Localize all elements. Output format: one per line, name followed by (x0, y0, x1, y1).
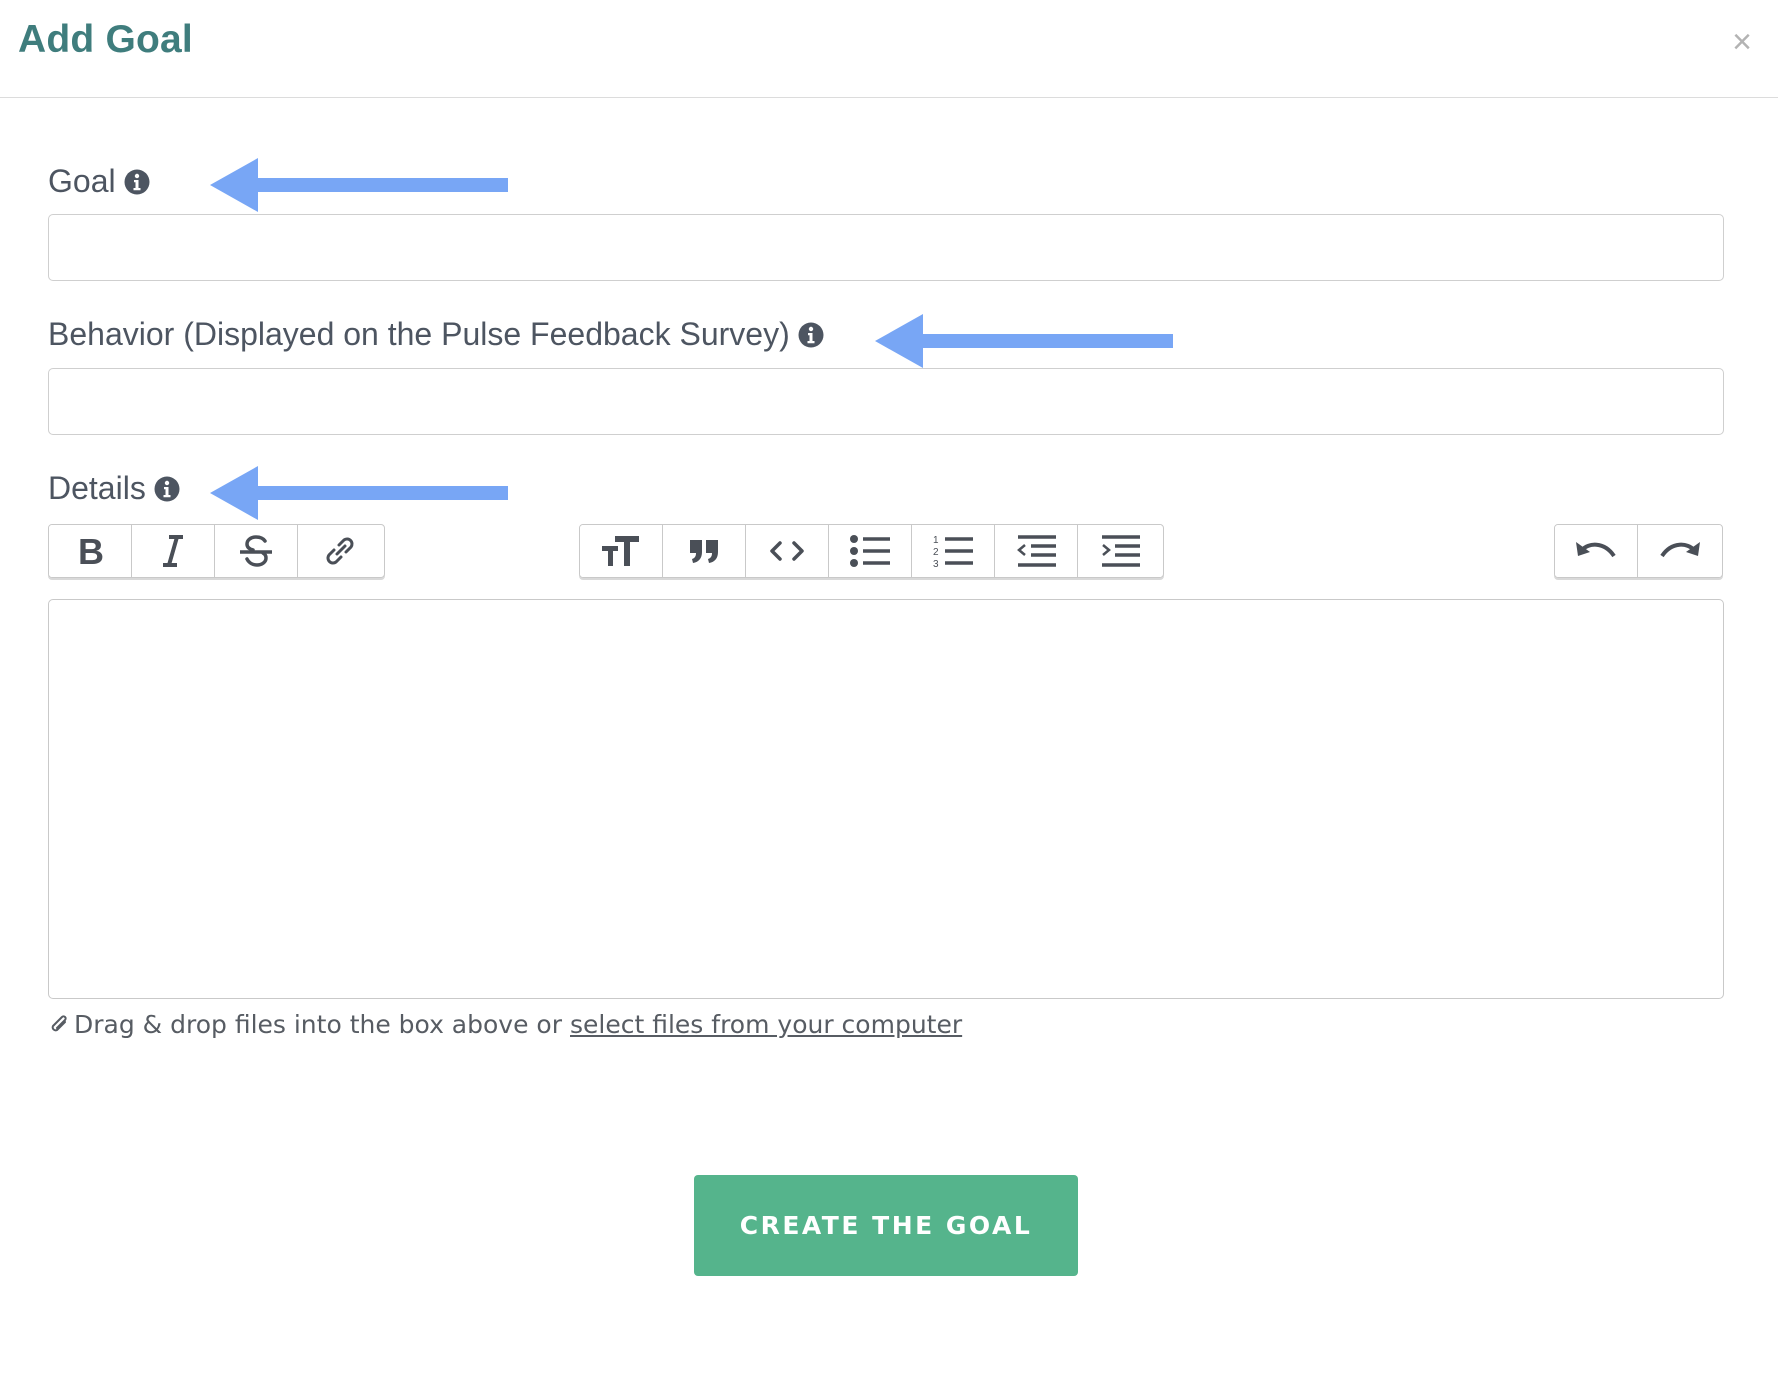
strikethrough-icon (240, 535, 272, 567)
heading-button[interactable] (580, 525, 663, 577)
info-icon[interactable] (798, 322, 824, 348)
create-goal-button[interactable]: CREATE THE GOAL (694, 1175, 1078, 1276)
outdent-button[interactable] (995, 525, 1078, 577)
info-icon[interactable] (154, 476, 180, 502)
undo-icon (1576, 542, 1616, 558)
annotation-arrow (210, 158, 508, 212)
undo-button[interactable] (1555, 525, 1638, 577)
details-label: Details (48, 470, 180, 507)
annotation-arrow (210, 466, 508, 520)
block-formatting-toolbar: 1 2 3 (579, 524, 1164, 578)
goal-label: Goal (48, 163, 150, 200)
strikethrough-button[interactable] (215, 525, 298, 577)
modal-title: Add Goal (18, 18, 193, 61)
bullet-list-button[interactable] (829, 525, 912, 577)
bold-button[interactable]: B (49, 525, 132, 577)
quote-icon (690, 540, 718, 563)
attachment-hint: Drag & drop files into the box above or … (48, 1010, 962, 1039)
info-icon[interactable] (124, 169, 150, 195)
goal-input[interactable] (48, 214, 1724, 281)
history-toolbar (1554, 524, 1723, 578)
close-icon[interactable]: × (1732, 23, 1752, 61)
indent-button[interactable] (1078, 525, 1161, 577)
text-formatting-toolbar: B (48, 524, 385, 578)
code-icon (770, 541, 804, 561)
svg-text:B: B (78, 534, 104, 568)
bold-icon: B (78, 534, 104, 568)
italic-button[interactable] (132, 525, 215, 577)
svg-text:2: 2 (933, 547, 939, 558)
numbered-list-button[interactable]: 1 2 3 (912, 525, 995, 577)
heading-icon (602, 536, 639, 566)
quote-button[interactable] (663, 525, 746, 577)
behavior-label: Behavior (Displayed on the Pulse Feedbac… (48, 316, 824, 353)
close-button[interactable]: × (1726, 24, 1758, 60)
svg-text:1: 1 (933, 535, 939, 546)
indent-icon (1101, 535, 1140, 567)
code-button[interactable] (746, 525, 829, 577)
attachment-text: Drag & drop files into the box above or (74, 1010, 562, 1039)
select-files-link[interactable]: select files from your computer (570, 1010, 962, 1039)
link-button[interactable] (298, 525, 381, 577)
bullet-list-icon (850, 535, 890, 567)
annotation-arrow (875, 314, 1173, 368)
numbered-list-icon: 1 2 3 (933, 535, 973, 569)
redo-button[interactable] (1638, 525, 1721, 577)
modal-header: Add Goal × (0, 0, 1778, 98)
paperclip-icon (51, 1014, 67, 1031)
italic-icon (163, 535, 183, 567)
details-editor[interactable] (48, 599, 1724, 999)
svg-text:3: 3 (933, 559, 939, 569)
redo-icon (1659, 542, 1700, 558)
outdent-icon (1017, 535, 1056, 567)
link-icon (326, 537, 353, 565)
behavior-input[interactable] (48, 368, 1724, 435)
